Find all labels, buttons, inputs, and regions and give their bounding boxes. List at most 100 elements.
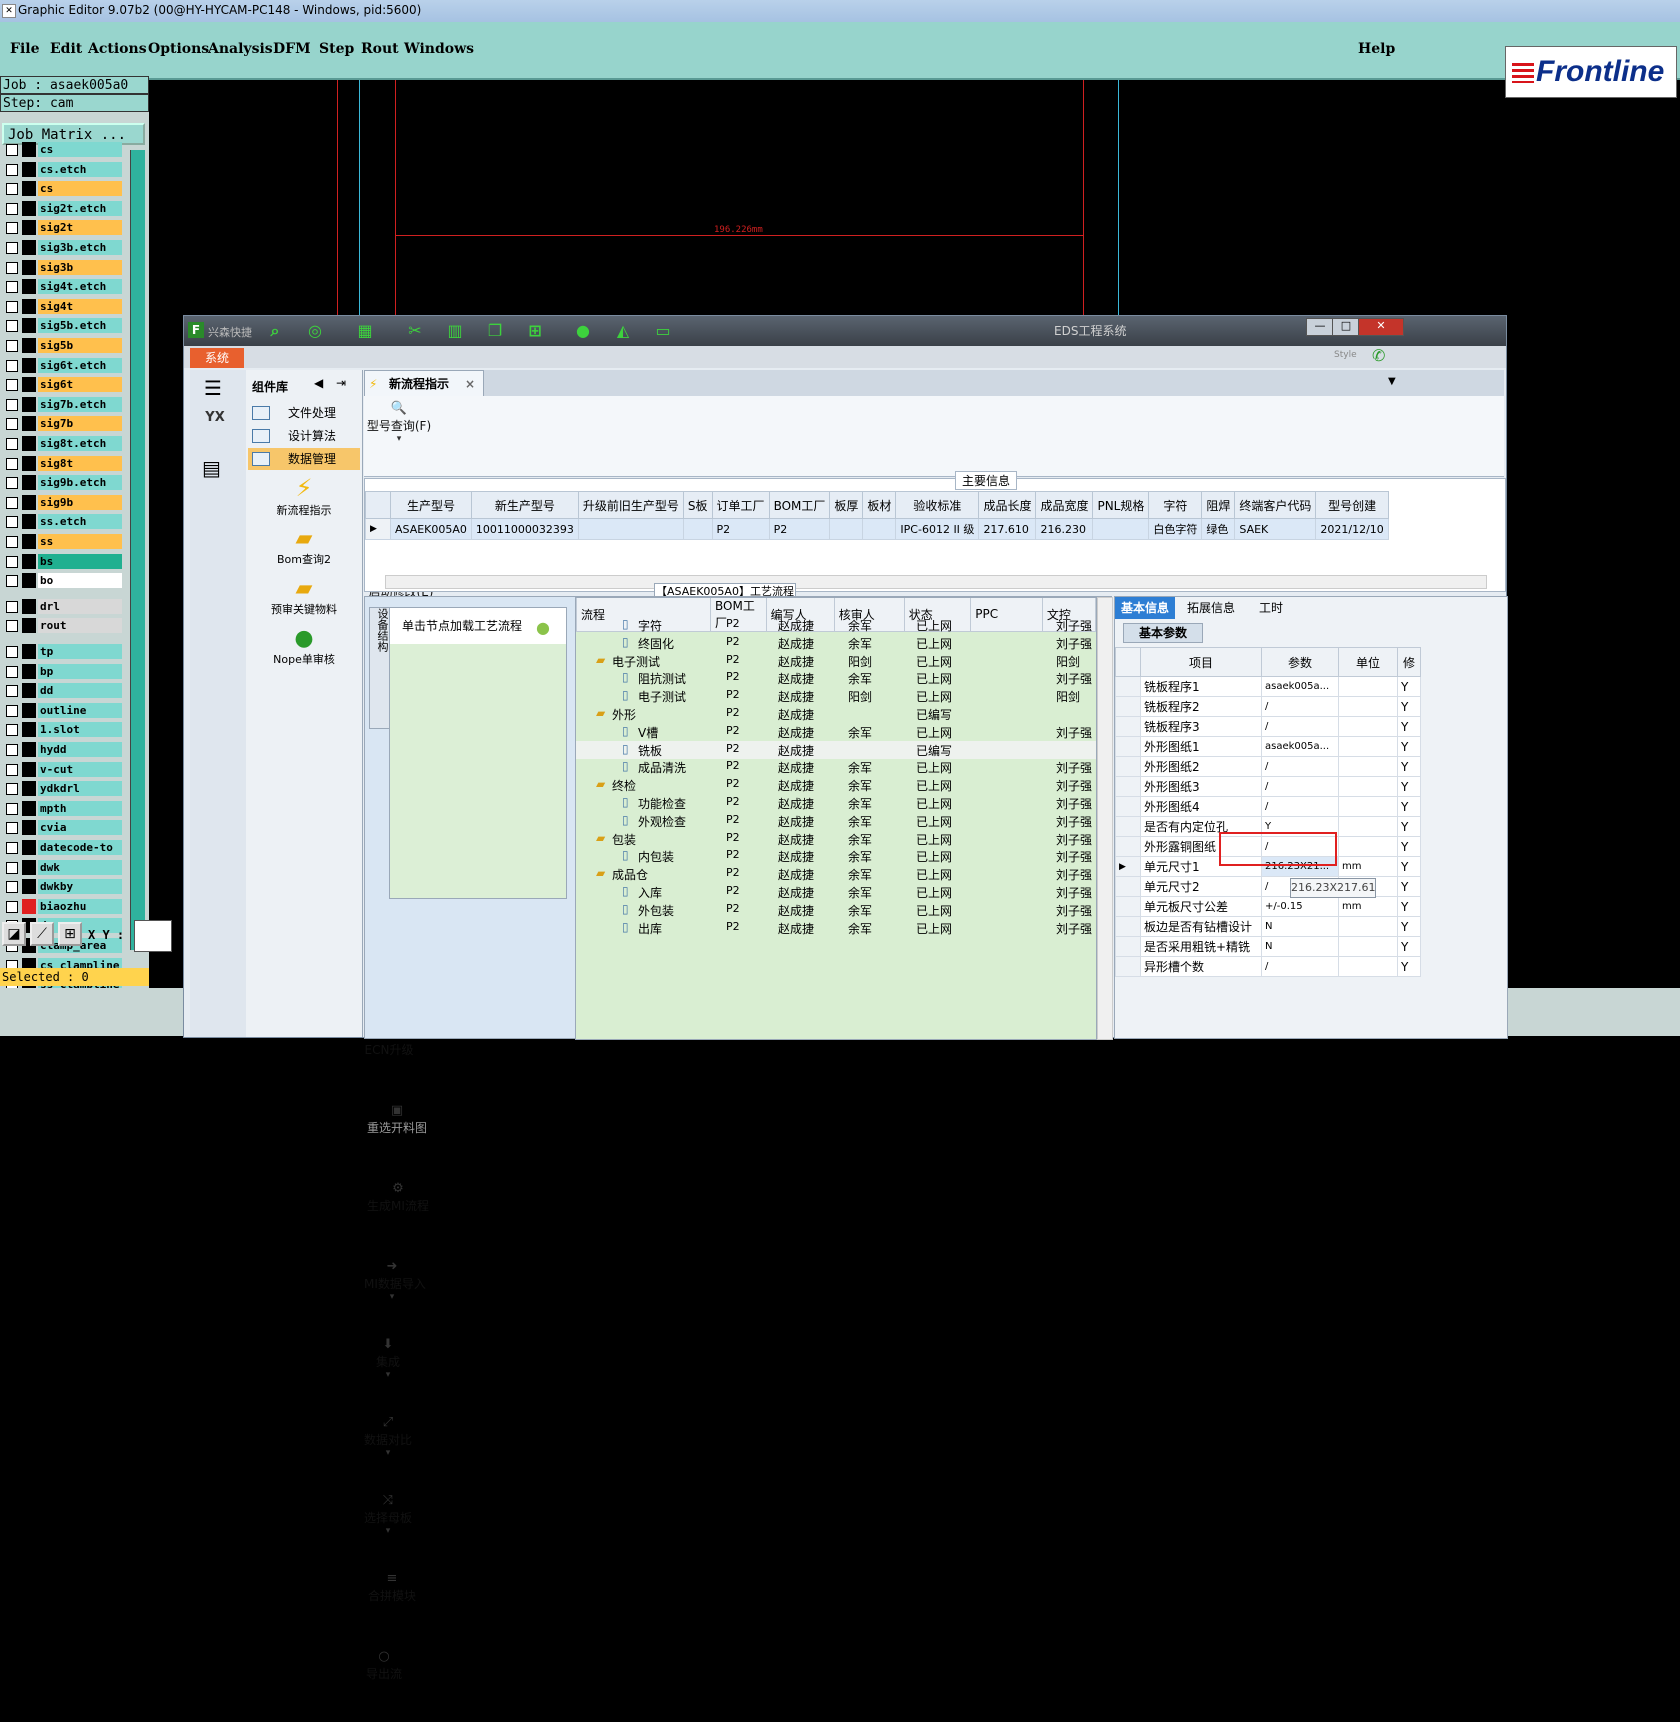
ribbon-button[interactable]: ○ 导出流 — [364, 1644, 404, 1722]
dropdown-arrow-icon[interactable]: ▾ — [364, 1448, 412, 1458]
param-cell[interactable]: / — [1261, 796, 1339, 817]
layer-checkbox[interactable] — [6, 183, 18, 196]
tree-row[interactable]: ▯ 成品清洗 P2 赵成捷 余军 已上网 刘子强 — [576, 758, 1096, 776]
param-row[interactable]: 铣板程序1 asaek005a... Y — [1115, 676, 1421, 697]
layer-checkbox[interactable] — [6, 861, 18, 874]
style-label[interactable]: Style — [1334, 350, 1357, 360]
layer-name[interactable]: bp — [38, 663, 122, 679]
param-column-header[interactable]: 项目 — [1140, 647, 1262, 677]
dropdown-arrow-icon[interactable]: ▾ — [364, 1526, 412, 1536]
layer-checkbox[interactable] — [6, 620, 18, 633]
menu-rout[interactable]: Rout — [361, 41, 399, 57]
grid-icon[interactable]: ⊞ — [524, 321, 546, 341]
layer-checkbox[interactable] — [6, 242, 18, 254]
tab-close-icon[interactable]: × — [465, 371, 475, 397]
table-cell[interactable]: 217.610 — [978, 518, 1037, 540]
nope-review-item[interactable]: ● Nope单审核 — [246, 626, 362, 667]
param-cell[interactable]: asaek005a... — [1261, 736, 1339, 757]
layer-name[interactable]: sig2t — [38, 220, 122, 236]
layer-row[interactable]: biaozhu — [4, 898, 122, 914]
layer-row[interactable]: tp — [4, 644, 122, 659]
layer-row[interactable]: drl — [4, 598, 122, 614]
table-icon[interactable]: ▦ — [354, 321, 376, 341]
param-cell[interactable]: / — [1261, 716, 1339, 737]
layer-row[interactable]: cs.etch — [4, 161, 122, 177]
layer-row[interactable]: sig4t.etch — [4, 279, 122, 295]
param-cell[interactable]: / — [1261, 956, 1339, 977]
process-tree-scrollbar[interactable] — [1097, 597, 1113, 1040]
layer-checkbox[interactable] — [6, 744, 18, 756]
tab-dropdown-icon[interactable]: ▼ — [1388, 376, 1396, 387]
layer-name[interactable]: bs — [38, 553, 122, 569]
table-cell[interactable]: P2 — [711, 518, 770, 540]
dropdown-arrow-icon[interactable]: ▾ — [364, 434, 434, 444]
param-row[interactable]: 外形图纸3/ Y — [1115, 776, 1421, 797]
layer-name[interactable]: cvia — [38, 820, 122, 836]
tree-row[interactable]: ▯ 铣板 P2 赵成捷 已编写 — [576, 740, 1096, 759]
layer-row[interactable]: sig8t — [4, 455, 122, 471]
layer-checkbox[interactable] — [6, 600, 18, 613]
menu-windows[interactable]: Windows — [404, 41, 474, 57]
layer-row[interactable]: sig3b.etch — [4, 240, 122, 255]
collapse-icon[interactable]: ◀ — [314, 376, 323, 390]
lib-item-file[interactable]: 文件处理 — [248, 402, 360, 424]
layer-name[interactable]: datecode-to — [38, 840, 122, 855]
layer-checkbox[interactable] — [6, 783, 18, 796]
tree-row[interactable]: ▰ 包装 P2 赵成捷 余军 已上网 刘子强 — [576, 830, 1096, 848]
column-header[interactable]: 成品长度 — [978, 491, 1037, 519]
layer-checkbox[interactable] — [6, 575, 18, 588]
tree-row[interactable]: ▰ 成品仓 P2 赵成捷 余军 已上网 刘子强 — [576, 865, 1096, 883]
layer-checkbox[interactable] — [6, 281, 18, 294]
column-header[interactable]: 验收标准 — [895, 491, 980, 519]
layer-name[interactable]: sig7b — [38, 416, 122, 432]
layer-checkbox[interactable] — [6, 418, 18, 431]
ribbon-button[interactable]: 🔍 型号查询(F) ▾ — [364, 396, 434, 474]
ribbon-button[interactable]: ⬇ 集成 ▾ — [364, 1332, 412, 1410]
param-row[interactable]: 单元板尺寸公差 +/-0.15 mm Y — [1115, 896, 1421, 917]
layer-row[interactable]: bp — [4, 663, 122, 679]
new-process-item[interactable]: ⚡ 新流程指示 — [246, 474, 362, 518]
table-cell[interactable] — [682, 518, 713, 540]
close-button[interactable]: ✕ — [1358, 318, 1404, 336]
layer-name[interactable]: cs.etch — [38, 161, 122, 177]
layer-checkbox[interactable] — [6, 261, 18, 274]
scissors-icon[interactable]: ✂ — [404, 321, 426, 341]
param-column-header[interactable]: 单位 — [1338, 647, 1398, 677]
layer-name[interactable]: dwkby — [38, 879, 122, 895]
layer-row[interactable]: sig6t.etch — [4, 357, 122, 373]
tree-row[interactable]: ▯ 功能检查 P2 赵成捷 余军 已上网 刘子强 — [576, 794, 1096, 812]
xy-input[interactable] — [134, 920, 172, 952]
param-row[interactable]: 异形槽个数 / Y — [1115, 956, 1421, 977]
layer-checkbox[interactable] — [6, 685, 18, 698]
main-info-scrollbar[interactable] — [385, 575, 1487, 589]
menu-help[interactable]: Help — [1358, 41, 1395, 57]
menu-options[interactable]: Options — [148, 41, 209, 57]
column-header[interactable]: S板 — [682, 491, 713, 519]
layer-row[interactable]: outline — [4, 702, 122, 718]
layer-checkbox[interactable] — [6, 477, 18, 490]
tree-row[interactable]: ▰ 电子测试 P2 赵成捷 阳剑 已上网 阳剑 — [576, 652, 1096, 670]
layer-row[interactable]: sig4t — [4, 298, 122, 314]
layer-list-scrollbar[interactable] — [130, 150, 145, 950]
user-icon[interactable]: ● — [572, 321, 594, 341]
layer-checkbox[interactable] — [6, 379, 18, 392]
column-header[interactable]: 成品宽度 — [1035, 491, 1094, 519]
layer-checkbox[interactable] — [6, 144, 18, 156]
table-cell[interactable]: 2021/12/10 — [1315, 518, 1389, 540]
layer-name[interactable]: tp — [38, 644, 122, 659]
chart-icon[interactable]: ◭ — [612, 321, 634, 341]
calculator-icon[interactable]: ▤ — [202, 456, 230, 484]
minimize-button[interactable]: — — [1306, 318, 1334, 336]
layer-checkbox[interactable] — [6, 665, 18, 678]
layer-row[interactable]: 1.slot — [4, 722, 122, 738]
table-cell[interactable]: 绿色 — [1201, 518, 1236, 540]
tab-work-hours[interactable]: 工时 — [1253, 597, 1289, 619]
table-cell[interactable]: 216.230 — [1035, 518, 1094, 540]
layer-name[interactable]: ydkdrl — [38, 781, 122, 797]
layer-name[interactable]: sig6t.etch — [38, 357, 122, 373]
layer-row[interactable]: sig9b — [4, 494, 122, 510]
layer-name[interactable]: ss.etch — [38, 514, 122, 530]
layer-checkbox[interactable] — [6, 900, 18, 913]
menu-edit[interactable]: Edit — [50, 41, 82, 57]
column-header[interactable]: 生产型号 — [390, 491, 472, 519]
